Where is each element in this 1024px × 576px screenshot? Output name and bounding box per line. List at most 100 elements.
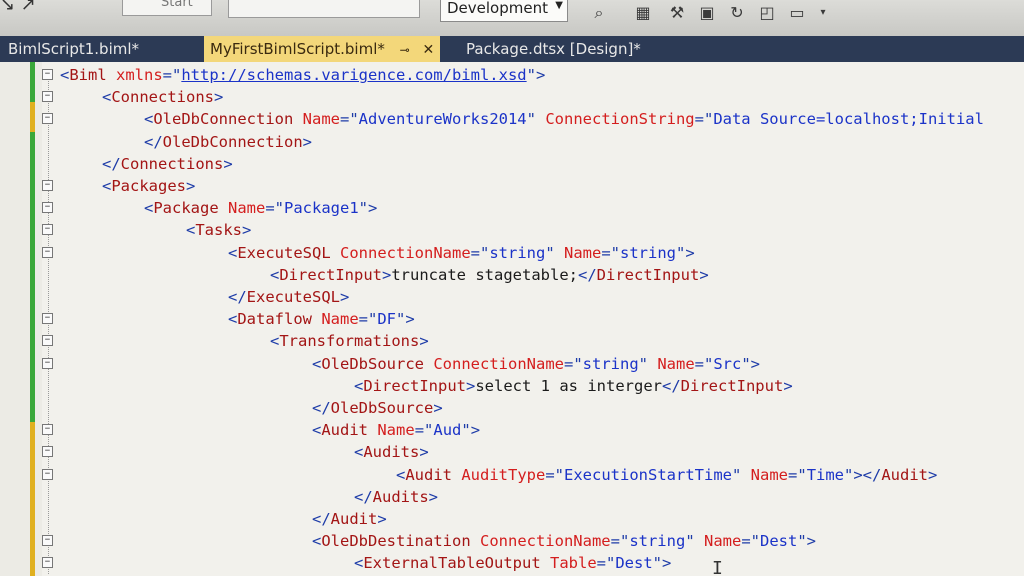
code-token: truncate stagetable;	[391, 265, 578, 284]
tab-myfirstbimlscript[interactable]: MyFirstBimlScript.biml* ⊸ ✕	[204, 36, 441, 62]
collapse-icon[interactable]: −	[42, 246, 53, 258]
code-token: ConnectionName	[330, 243, 471, 262]
code-line[interactable]: − <Transformations>	[0, 330, 1024, 352]
toolbox-icon[interactable]: ▣	[696, 2, 718, 24]
code-line[interactable]: </Audits>	[0, 486, 1024, 508]
collapse-icon[interactable]: −	[42, 69, 53, 80]
code-line[interactable]: </ExecuteSQL>	[0, 286, 1024, 308]
code-token: ">	[526, 66, 546, 84]
collapse-icon[interactable]: −	[42, 313, 53, 325]
code-line[interactable]: − <OleDbSource ConnectionName="string" Na…	[0, 353, 1024, 375]
code-line[interactable]: − <Package Name="Package1">	[0, 197, 1024, 219]
code-line[interactable]: <DirectInput>select 1 as interger</Direc…	[0, 375, 1024, 397]
collapse-icon[interactable]: −	[42, 557, 53, 569]
code-text: </OleDbSource>	[312, 397, 443, 419]
code-token: string	[582, 354, 639, 373]
code-line[interactable]: − <Dataflow Name="DF">	[0, 308, 1024, 330]
excel-icon[interactable]: ▦	[632, 2, 654, 24]
code-token: Audit	[881, 465, 929, 484]
code-token: >	[382, 265, 392, 284]
window-icon[interactable]: ◰	[756, 2, 778, 24]
wrench-icon[interactable]: ⚒	[666, 2, 688, 24]
code-token: ConnectionName	[470, 532, 611, 551]
code-token: <	[354, 443, 364, 462]
code-token: <	[270, 332, 280, 351]
code-token: Dest	[760, 532, 798, 551]
collapse-icon[interactable]: −	[42, 113, 53, 125]
code-token: Name	[741, 465, 789, 484]
code-line[interactable]: <DirectInput>truncate stagetable;</Direc…	[0, 264, 1024, 286]
tab-label: MyFirstBimlScript.biml*	[210, 40, 385, 58]
collapse-icon[interactable]: −	[42, 335, 53, 347]
code-line[interactable]: − <ExecuteSQL ConnectionName="string" Nam…	[0, 242, 1024, 264]
code-line[interactable]: </OleDbSource>	[0, 397, 1024, 419]
find-icon[interactable]: ⌕	[588, 2, 610, 24]
collapse-icon[interactable]: −	[42, 535, 53, 547]
code-token: >	[783, 376, 793, 395]
collapse-icon[interactable]: −	[42, 468, 53, 480]
code-line[interactable]: </OleDbConnection>	[0, 131, 1024, 153]
code-token: <	[354, 376, 364, 395]
code-text: <Package Name="Package1">	[144, 197, 377, 219]
code-token: AdventureWorks2014	[358, 110, 527, 129]
code-token: ">	[676, 243, 695, 262]
code-token: ="	[340, 110, 359, 129]
console-icon[interactable]: ▭	[786, 2, 808, 24]
pin-icon[interactable]: ⊸	[400, 43, 410, 57]
overflow-chevron-icon[interactable]: ▾	[812, 2, 834, 24]
code-text: <OleDbDestination ConnectionName="string…	[312, 530, 816, 552]
code-token: string	[620, 243, 677, 262]
code-token: ="	[610, 532, 630, 551]
navigate-arrows-icon[interactable]: ↘ ↗	[0, 0, 60, 15]
code-token: <	[396, 465, 406, 484]
collapse-icon[interactable]: −	[42, 446, 53, 458]
collapse-icon[interactable]: −	[42, 180, 53, 191]
code-token: </	[354, 487, 373, 506]
code-text: <Tasks>	[186, 219, 251, 241]
code-line[interactable]: </Connections>	[0, 153, 1024, 175]
code-token: <	[102, 88, 112, 107]
solution-platform-select[interactable]	[228, 0, 420, 18]
code-text: <Biml xmlns="http://schemas.varigence.co…	[60, 64, 545, 86]
collapse-icon[interactable]: −	[42, 91, 53, 103]
tab-bimlscript1[interactable]: BimlScript1.biml*	[2, 36, 145, 62]
code-token: >	[377, 510, 387, 528]
code-text: </Connections>	[102, 153, 233, 175]
code-token: ="	[694, 354, 714, 373]
code-text: <ExecuteSQL ConnectionName="string" Name…	[228, 242, 695, 264]
code-token: string	[489, 243, 546, 262]
code-line[interactable]: − <Packages>	[0, 175, 1024, 197]
code-line[interactable]: − <Audit Name="Aud">	[0, 419, 1024, 441]
text-cursor-icon: I	[712, 558, 723, 576]
code-text: </Audit>	[312, 508, 387, 530]
code-text: <Packages>	[102, 175, 195, 197]
collapse-icon[interactable]: −	[42, 224, 53, 236]
code-token: >	[419, 443, 429, 462]
code-token: Src	[713, 354, 742, 373]
code-line[interactable]: − <Connections>	[0, 86, 1024, 108]
code-token: Connections	[111, 88, 214, 107]
refresh-icon[interactable]: ↻	[726, 2, 748, 24]
code-line[interactable]: </Audit>	[0, 508, 1024, 530]
code-line[interactable]: − <Biml xmlns="http://schemas.varigence.c…	[0, 64, 1024, 86]
code-token: ="	[694, 110, 714, 129]
code-line[interactable]: − <Audit AuditType="ExecutionStartTime" N…	[0, 464, 1024, 486]
code-line[interactable]: − <ExternalTableOutput Table="Dest">	[0, 552, 1024, 574]
code-editor[interactable]: − <Biml xmlns="http://schemas.varigence.c…	[0, 62, 1024, 576]
collapse-icon[interactable]: −	[42, 357, 53, 369]
code-line[interactable]: − <OleDbConnection Name="AdventureWorks20…	[0, 108, 1024, 130]
code-text: <Audit Name="Aud">	[312, 419, 480, 441]
start-button[interactable]: Start	[122, 0, 212, 16]
collapse-icon[interactable]: −	[42, 424, 53, 436]
tab-package-design[interactable]: Package.dtsx [Design]*	[460, 36, 647, 62]
code-token: Audit	[321, 421, 369, 440]
configuration-select[interactable]: Development ▼	[440, 0, 568, 22]
code-token: DirectInput	[279, 265, 382, 284]
code-token: "	[545, 243, 555, 262]
code-line[interactable]: − <OleDbDestination ConnectionName="strin…	[0, 530, 1024, 552]
collapse-icon[interactable]: −	[42, 202, 53, 214]
code-line[interactable]: − <Audits>	[0, 441, 1024, 463]
code-token: <	[144, 199, 154, 218]
code-line[interactable]: − <Tasks>	[0, 219, 1024, 241]
close-icon[interactable]: ✕	[423, 42, 435, 58]
